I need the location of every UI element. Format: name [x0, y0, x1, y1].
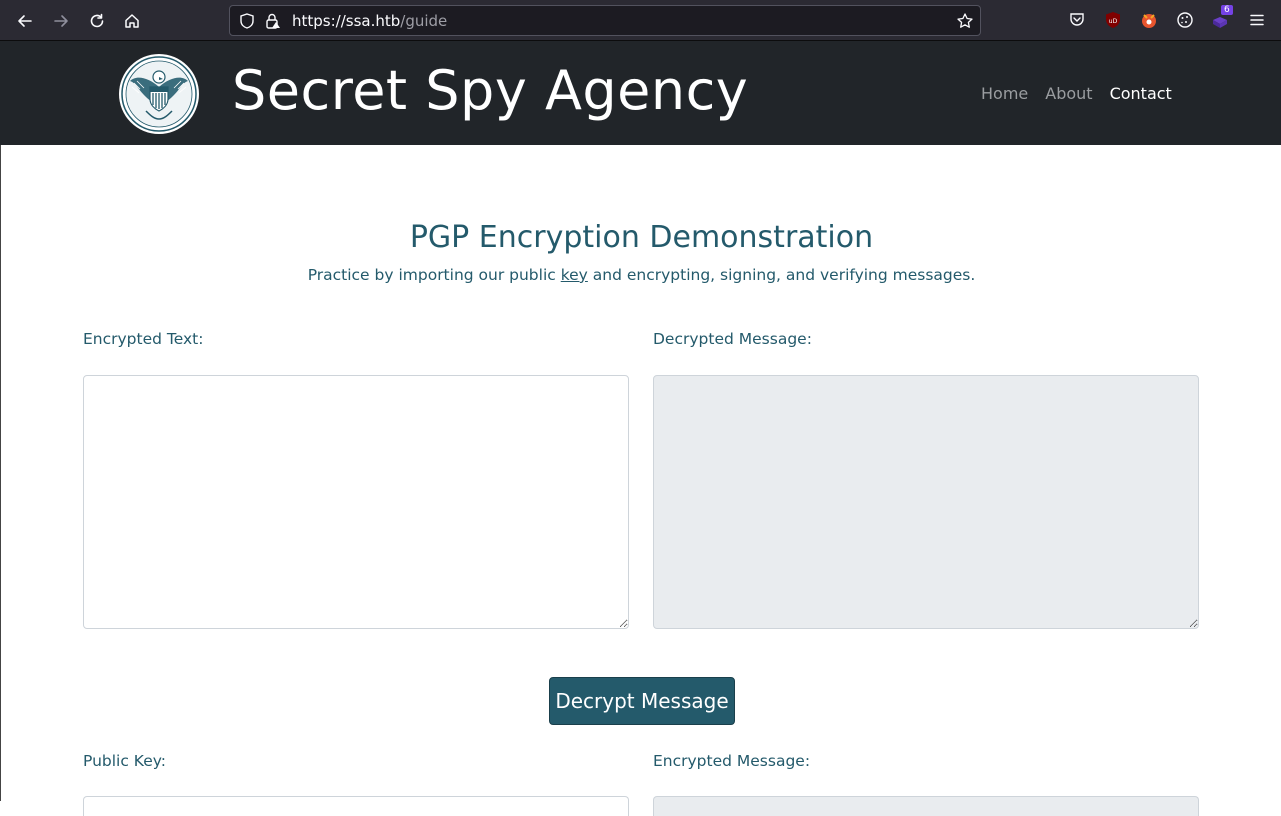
agency-seal-logo[interactable] — [118, 53, 200, 135]
encrypted-text-input[interactable] — [83, 375, 629, 629]
public-key-label: Public Key: — [83, 752, 166, 770]
home-button[interactable] — [119, 8, 145, 34]
reload-button[interactable] — [84, 8, 110, 34]
bookmark-star-icon[interactable] — [956, 12, 974, 30]
url-path: /guide — [400, 12, 448, 30]
url-text[interactable]: https://ssa.htb/guide — [292, 12, 447, 30]
arrow-right-icon — [54, 15, 68, 27]
reload-icon — [90, 13, 104, 28]
home-icon — [125, 14, 139, 28]
url-host: https://ssa.htb — [292, 12, 401, 30]
public-key-link[interactable]: key — [561, 266, 588, 284]
pocket-icon — [1070, 13, 1084, 26]
foxyproxy-button[interactable] — [1139, 10, 1159, 30]
browser-toolbar: https://ssa.htb/guide uD 6 — [0, 0, 1281, 41]
ublock-icon: uD — [1106, 12, 1120, 28]
decrypted-message-output[interactable] — [653, 375, 1199, 629]
main-content: PGP Encryption Demonstration Practice by… — [0, 145, 1281, 816]
fox-icon — [1142, 14, 1156, 28]
hamburger-menu-icon — [1250, 14, 1264, 26]
arrow-left-icon — [18, 15, 32, 27]
decrypt-message-button[interactable]: Decrypt Message — [549, 677, 735, 725]
ublock-button[interactable]: uD — [1103, 10, 1123, 30]
page-subtitle: Practice by importing our public key and… — [1, 266, 1281, 284]
nav-contact-link[interactable]: Contact — [1110, 84, 1172, 103]
cookie-button[interactable] — [1175, 10, 1195, 30]
forward-button[interactable] — [48, 8, 74, 34]
insecure-lock-icon[interactable] — [264, 12, 282, 30]
main-nav: Home About Contact — [981, 84, 1189, 103]
hackbar-button[interactable]: 6 — [1211, 5, 1233, 30]
address-bar[interactable]: https://ssa.htb/guide — [229, 5, 981, 36]
back-button[interactable] — [12, 8, 38, 34]
subtitle-text-start: Practice by importing our public — [307, 266, 561, 284]
menu-button[interactable] — [1247, 10, 1267, 30]
page-title: PGP Encryption Demonstration — [409, 220, 874, 255]
encrypted-message-output[interactable] — [653, 796, 1199, 816]
public-key-input[interactable] — [83, 796, 629, 816]
cookie-icon — [1177, 12, 1193, 28]
shield-icon[interactable] — [238, 12, 256, 30]
encrypted-text-label: Encrypted Text: — [83, 330, 204, 348]
svg-text:uD: uD — [1109, 18, 1118, 25]
nav-home-link[interactable]: Home — [981, 84, 1028, 103]
decrypted-message-label: Decrypted Message: — [653, 330, 812, 348]
site-title: Secret Spy Agency — [232, 59, 749, 122]
site-header: Secret Spy Agency Home About Contact — [0, 41, 1281, 145]
encrypted-message-label: Encrypted Message: — [653, 752, 811, 770]
pocket-button[interactable] — [1067, 10, 1087, 30]
nav-about-link[interactable]: About — [1045, 84, 1092, 103]
subtitle-text-end: and encrypting, signing, and verifying m… — [587, 266, 976, 284]
extension-badge: 6 — [1221, 5, 1233, 15]
